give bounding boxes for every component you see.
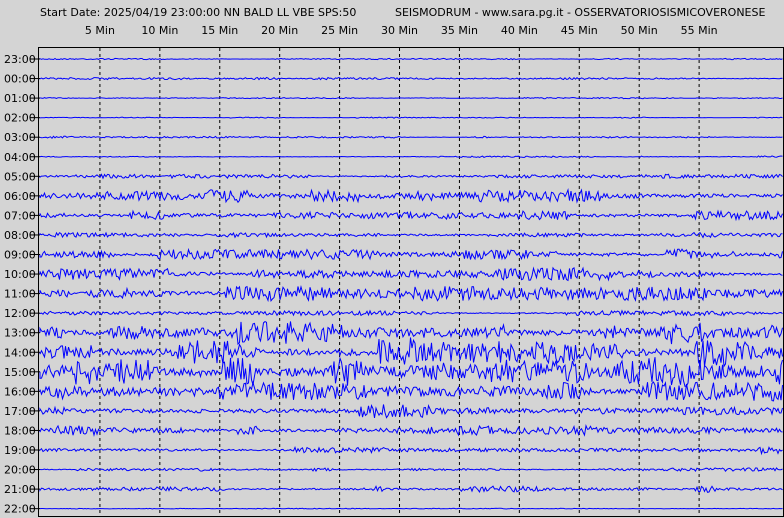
x-tick-label: 35 Min	[441, 24, 478, 37]
x-tick-label: 50 Min	[621, 24, 658, 37]
seismogram-chart: Start Date: 2025/04/19 23:00:00 NN BALD …	[0, 0, 784, 518]
x-tick-label: 20 Min	[261, 24, 298, 37]
x-tick-label: 55 Min	[681, 24, 718, 37]
x-tick-label: 15 Min	[201, 24, 238, 37]
x-tick-label: 25 Min	[321, 24, 358, 37]
start-date-label: Start Date: 2025/04/19 23:00:00 NN BALD …	[40, 6, 356, 19]
station-label: SEISMODRUM - www.sara.pg.it - OSSERVATOR…	[395, 6, 765, 19]
trace-line	[39, 507, 783, 510]
x-tick-label: 40 Min	[501, 24, 538, 37]
x-tick-label: 5 Min	[85, 24, 115, 37]
hour-label: 22:00	[4, 503, 36, 516]
x-tick-label: 45 Min	[561, 24, 598, 37]
x-tick-label: 10 Min	[141, 24, 178, 37]
x-tick-label: 30 Min	[381, 24, 418, 37]
